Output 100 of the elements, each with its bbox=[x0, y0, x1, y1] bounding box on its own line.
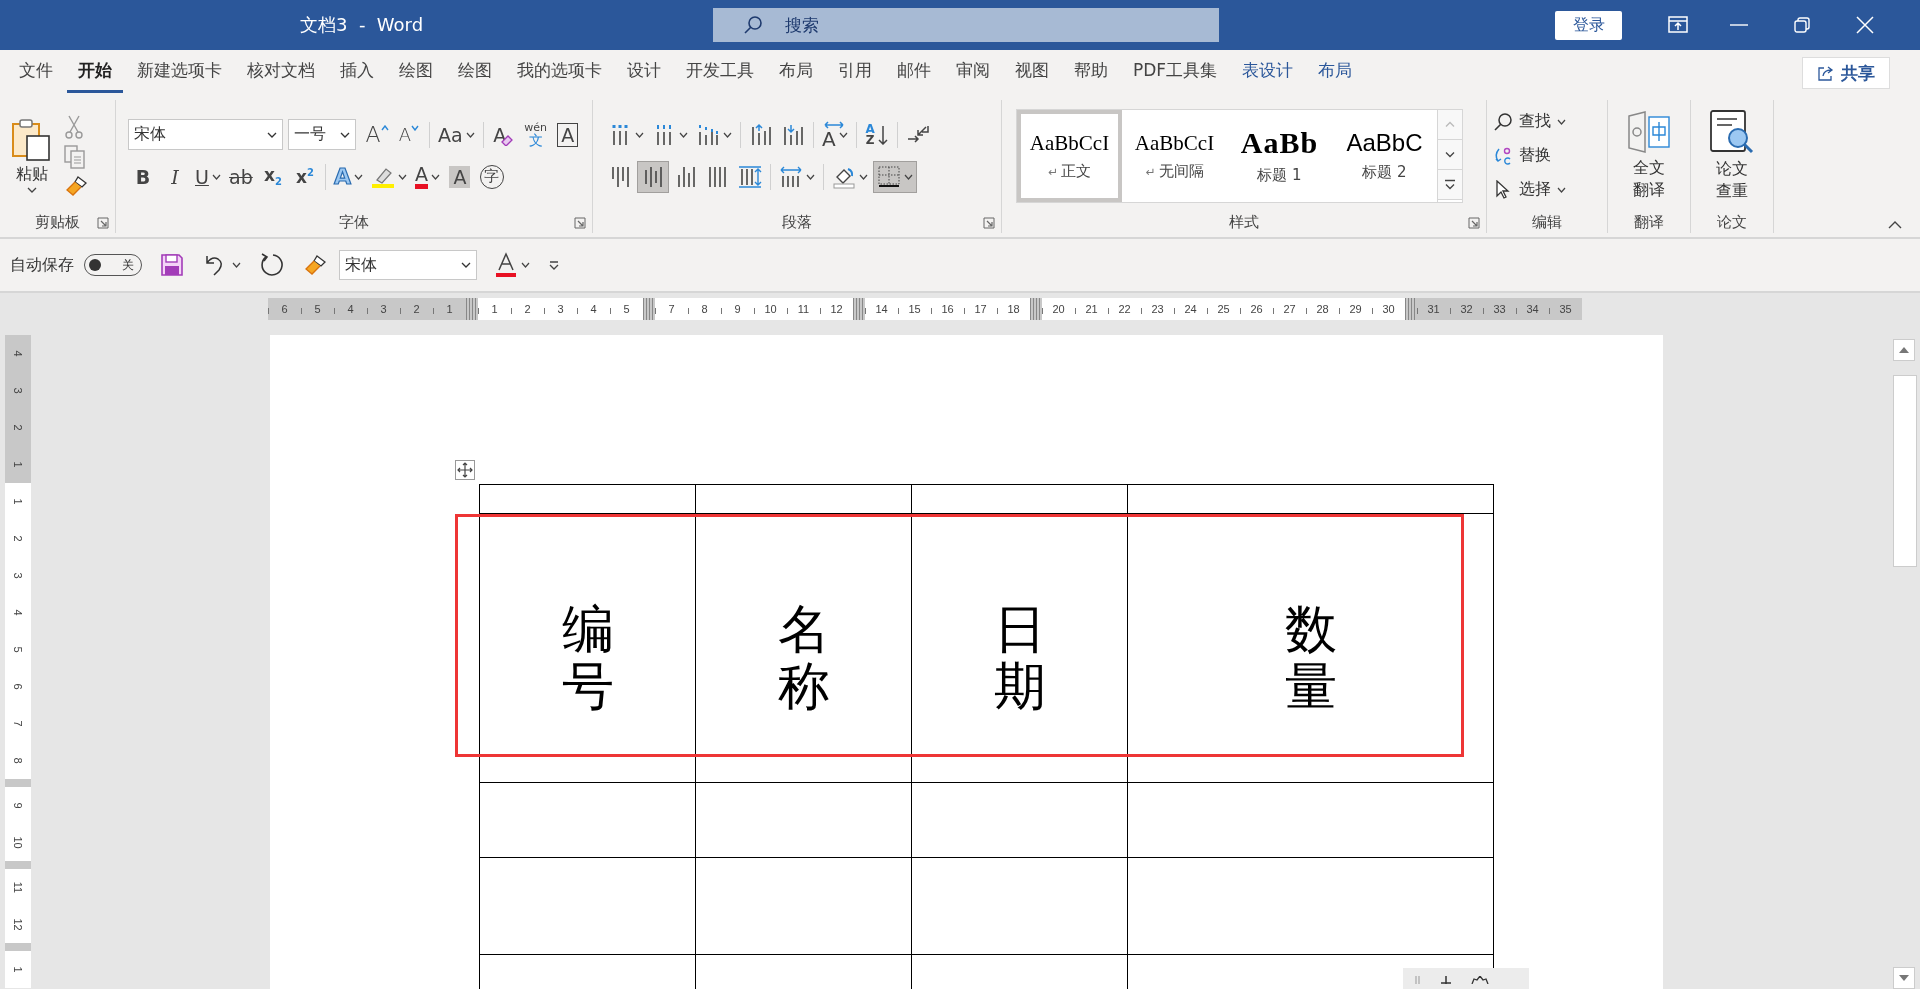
paste-button[interactable]: 粘贴 bbox=[6, 118, 58, 193]
group-label: 剪贴板 bbox=[35, 212, 80, 232]
ruler-number: 25 bbox=[1207, 303, 1240, 315]
underline-button[interactable]: U bbox=[192, 160, 224, 193]
ruler-number: 4 bbox=[577, 303, 610, 315]
bold-button[interactable]: B bbox=[128, 160, 158, 193]
ruler-number: 7 bbox=[11, 719, 25, 729]
style-item[interactable]: AaBbCcI ↵ 无间隔 bbox=[1122, 109, 1227, 202]
ribbon-tab[interactable]: 开发工具 bbox=[675, 53, 765, 93]
ruler-number: 33 bbox=[1483, 303, 1516, 315]
ruler-number: 10 bbox=[11, 835, 25, 851]
ruler-number: 10 bbox=[754, 303, 787, 315]
ruler-number: 3 bbox=[11, 386, 25, 396]
character-shading-button[interactable]: A bbox=[444, 160, 475, 193]
ribbon-tab[interactable]: 核对文档 bbox=[236, 53, 326, 93]
ruler-number: 30 bbox=[1372, 303, 1405, 315]
group-label: 编辑 bbox=[1532, 212, 1562, 232]
ruler-number: 12 bbox=[820, 303, 853, 315]
italic-button[interactable]: I bbox=[160, 160, 190, 193]
font-color-button[interactable]: A bbox=[411, 160, 443, 193]
group-label: 翻译 bbox=[1634, 212, 1664, 232]
replace-button[interactable]: 替换 bbox=[1493, 141, 1551, 170]
ribbon-tab[interactable]: 开始 bbox=[67, 53, 123, 93]
search-field[interactable]: 搜索 bbox=[713, 8, 1219, 42]
ribbon-tab[interactable]: 绘图 bbox=[447, 53, 503, 93]
font-size-dropdown[interactable]: 一号 bbox=[288, 119, 356, 150]
ribbon-tab[interactable]: 新建选项卡 bbox=[126, 53, 233, 93]
ruler-number: 24 bbox=[1174, 303, 1207, 315]
ruler-number: 4 bbox=[334, 303, 367, 315]
ribbon-tab[interactable]: PDF工具集 bbox=[1122, 53, 1229, 93]
window-title: 文档3 - Word bbox=[300, 13, 425, 37]
phonetic-guide-button[interactable]: wén 文 bbox=[520, 118, 551, 151]
group-label: 论文 bbox=[1717, 212, 1747, 232]
plagiarism-check-button[interactable]: 论文 查重 bbox=[1710, 109, 1754, 202]
ruler-number: 14 bbox=[865, 303, 898, 315]
superscript-button[interactable]: x$^{2}$ bbox=[289, 160, 320, 193]
font-name-dropdown[interactable]: 宋体 bbox=[339, 250, 477, 280]
font-name-dropdown[interactable]: 宋体 bbox=[128, 119, 283, 150]
group-label: 字体 bbox=[339, 212, 369, 232]
table-cell: 日期 bbox=[993, 600, 1046, 716]
ruler-number: 22 bbox=[1108, 303, 1141, 315]
ruler-number: 8 bbox=[688, 303, 721, 315]
ruler-number: 32 bbox=[1450, 303, 1483, 315]
ruler-number: 12 bbox=[11, 917, 25, 933]
ruler-number: 29 bbox=[1339, 303, 1372, 315]
ribbon-tab[interactable]: 布局 bbox=[1307, 53, 1364, 93]
subscript-button[interactable]: x$_{2}$ bbox=[257, 160, 288, 193]
change-case-button[interactable]: Aa bbox=[435, 118, 478, 151]
ruler-number: 2 bbox=[11, 534, 25, 544]
ribbon-tab[interactable]: 审阅 bbox=[945, 53, 1001, 93]
style-item[interactable]: AaBbC 标题 2 bbox=[1332, 109, 1437, 202]
style-item[interactable]: AaBb 标题 1 bbox=[1227, 109, 1332, 202]
ribbon-tab[interactable]: 我的选项卡 bbox=[506, 53, 613, 93]
ribbon-tab[interactable]: 表设计 bbox=[1231, 53, 1305, 93]
asian-layout-button[interactable]: A bbox=[819, 118, 851, 151]
ribbon-tab[interactable]: 绘图 bbox=[388, 53, 444, 93]
ruler-number: 17 bbox=[964, 303, 997, 315]
sort-button[interactable]: A Z bbox=[861, 118, 892, 151]
select-button[interactable]: 选择 bbox=[1493, 175, 1566, 204]
style-item[interactable]: AaBbCcI ↵ 正文 bbox=[1017, 109, 1122, 202]
ruler-number: 7 bbox=[655, 303, 688, 315]
find-button[interactable]: 查找 bbox=[1493, 107, 1566, 136]
ribbon-tab[interactable]: 帮助 bbox=[1063, 53, 1119, 93]
ribbon-tab[interactable]: 视图 bbox=[1004, 53, 1060, 93]
ruler-number: 9 bbox=[11, 801, 25, 811]
ruler-number: 6 bbox=[268, 303, 301, 315]
ruler-number: 1 bbox=[11, 965, 25, 975]
ruler-number: 4 bbox=[11, 608, 25, 618]
ruler-number: 5 bbox=[610, 303, 643, 315]
shrink-font-button[interactable]: A bbox=[394, 118, 424, 151]
ruler-number: 2 bbox=[511, 303, 544, 315]
ruler-number: 3 bbox=[11, 571, 25, 581]
ruler-number: 18 bbox=[997, 303, 1030, 315]
ruler-number: 9 bbox=[721, 303, 754, 315]
table-cell: 名称 bbox=[777, 600, 830, 716]
ribbon-tab[interactable]: 邮件 bbox=[886, 53, 942, 93]
ruler-number: 8 bbox=[11, 756, 25, 766]
table-cell: 数量 bbox=[1284, 600, 1337, 716]
table-cell: 编号 bbox=[561, 600, 614, 716]
ruler-number: 1 bbox=[11, 497, 25, 507]
ribbon-tab[interactable]: 文件 bbox=[8, 53, 64, 93]
ruler-number: 4 bbox=[11, 349, 25, 359]
ruler-number: 31 bbox=[1417, 303, 1450, 315]
translate-button[interactable]: 全文 翻译 bbox=[1627, 110, 1671, 201]
ruler-number: 2 bbox=[400, 303, 433, 315]
ruler-number: 1 bbox=[11, 460, 25, 470]
ribbon-tab[interactable]: 插入 bbox=[329, 53, 385, 93]
ruler-number: 2 bbox=[11, 423, 25, 433]
ruler-number: 1 bbox=[433, 303, 466, 315]
ribbon-tab[interactable]: 引用 bbox=[827, 53, 883, 93]
login-button[interactable]: 登录 bbox=[1555, 10, 1622, 40]
ruler-number: 11 bbox=[11, 880, 25, 896]
ribbon-tab[interactable]: 设计 bbox=[616, 53, 672, 93]
ribbon-tab[interactable]: 布局 bbox=[768, 53, 824, 93]
grow-font-button[interactable]: A bbox=[362, 118, 392, 151]
strikethrough-button[interactable]: ab bbox=[225, 160, 256, 193]
ruler-number: 11 bbox=[787, 303, 820, 315]
ruler-number: 5 bbox=[301, 303, 334, 315]
ruler-number: 1 bbox=[478, 303, 511, 315]
share-button[interactable]: 共享 bbox=[1802, 57, 1890, 89]
